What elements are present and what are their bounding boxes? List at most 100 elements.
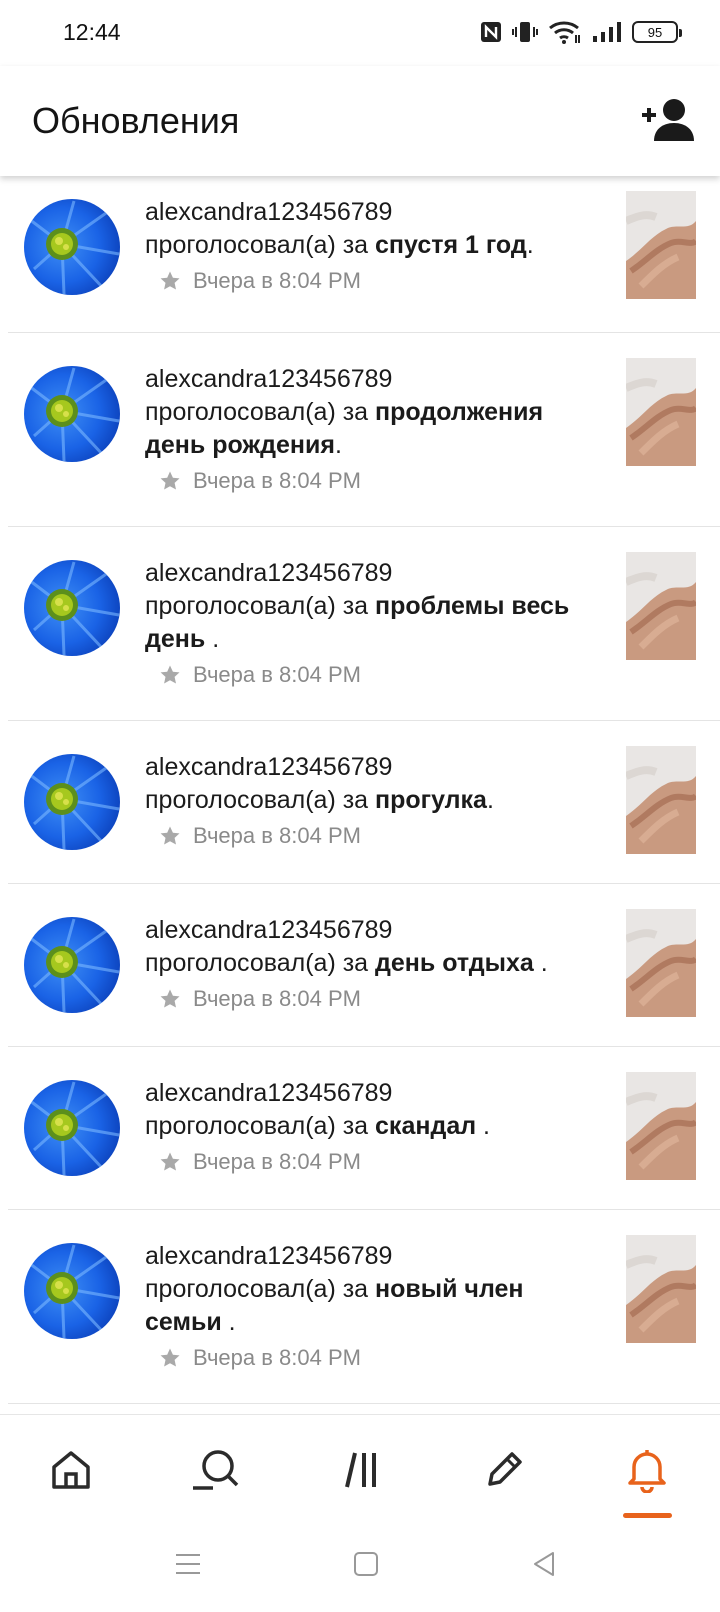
action-text: проголосовал(а) за спустя 1 год. [145, 229, 605, 262]
username[interactable]: alexcandra123456789 [145, 1077, 605, 1110]
feed-item-text: alexcandra123456789 проголосовал(а) за п… [145, 363, 605, 494]
status-time: 12:44 [63, 19, 121, 45]
star-icon [160, 271, 180, 290]
system-navigation-bar [0, 1524, 720, 1612]
star-icon [160, 989, 180, 1008]
user-avatar[interactable] [24, 917, 120, 1013]
action-suffix: . [533, 949, 548, 977]
action-suffix: . [205, 625, 220, 653]
status-bar: 12:44 95 [0, 0, 720, 66]
menu-icon [176, 1554, 200, 1574]
feed-item-text: alexcandra123456789 проголосовал(а) за с… [145, 1077, 605, 1175]
action-prefix: проголосовал(а) за [145, 786, 376, 814]
user-avatar[interactable] [24, 366, 120, 462]
feed-item[interactable]: alexcandra123456789 проголосовал(а) за с… [8, 176, 720, 333]
action-prefix: проголосовал(а) за [145, 1112, 376, 1140]
username[interactable]: alexcandra123456789 [145, 363, 605, 396]
timestamp: Вчера в 8:04 PM [193, 662, 361, 687]
action-text: проголосовал(а) за новый член семьи . [145, 1273, 605, 1339]
add-friend-button[interactable] [638, 94, 698, 146]
feed-item-text: alexcandra123456789 проголосовал(а) за д… [145, 914, 605, 1012]
nav-write-button[interactable] [469, 1435, 539, 1505]
star-icon [160, 826, 180, 845]
nav-search-button[interactable] [180, 1435, 250, 1505]
system-menu-button[interactable] [168, 1544, 208, 1584]
story-title[interactable]: скандал [375, 1112, 476, 1140]
item-meta: Вчера в 8:04 PM [159, 662, 605, 688]
action-suffix: . [221, 1308, 236, 1336]
item-meta: Вчера в 8:04 PM [159, 1149, 605, 1175]
feed-item[interactable]: alexcandra123456789 проголосовал(а) за п… [8, 333, 720, 527]
story-cover-thumbnail[interactable] [626, 191, 696, 299]
story-cover-thumbnail[interactable] [626, 909, 696, 1017]
bell-icon [628, 1450, 666, 1493]
feed-item-text: alexcandra123456789 проголосовал(а) за п… [145, 751, 605, 849]
timestamp: Вчера в 8:04 PM [193, 1149, 361, 1174]
feed-item[interactable]: alexcandra123456789 проголосовал(а) за н… [8, 1210, 720, 1404]
story-title[interactable]: прогулка [375, 786, 487, 814]
back-triangle-icon [534, 1552, 554, 1576]
add-person-icon [642, 99, 694, 141]
story-cover-thumbnail[interactable] [626, 552, 696, 660]
bottom-navigation [0, 1414, 720, 1524]
feed-item-text: alexcandra123456789 проголосовал(а) за п… [145, 557, 605, 688]
action-prefix: проголосовал(а) за [145, 1275, 376, 1303]
feed-item[interactable]: alexcandra123456789 проголосовал(а) за с… [8, 1047, 720, 1210]
action-prefix: проголосовал(а) за [145, 231, 376, 259]
story-title[interactable]: спустя 1 год [375, 231, 527, 259]
story-cover-thumbnail[interactable] [626, 358, 696, 466]
pencil-icon [488, 1452, 522, 1486]
action-suffix: . [334, 431, 342, 459]
username[interactable]: alexcandra123456789 [145, 914, 605, 947]
user-avatar[interactable] [24, 754, 120, 850]
timestamp: Вчера в 8:04 PM [193, 823, 361, 848]
action-text: проголосовал(а) за проблемы весь день . [145, 590, 605, 656]
home-icon [52, 1451, 90, 1489]
story-cover-thumbnail[interactable] [626, 1235, 696, 1343]
item-meta: Вчера в 8:04 PM [159, 268, 605, 294]
action-suffix: . [476, 1112, 491, 1140]
username[interactable]: alexcandra123456789 [145, 1240, 605, 1273]
timestamp: Вчера в 8:04 PM [193, 986, 361, 1011]
action-suffix: . [526, 231, 534, 259]
action-prefix: проголосовал(а) за [145, 592, 376, 620]
story-cover-thumbnail[interactable] [626, 746, 696, 854]
feed-item[interactable]: alexcandra123456789 проголосовал(а) за п… [8, 721, 720, 884]
nav-library-button[interactable] [326, 1435, 396, 1505]
timestamp: Вчера в 8:04 PM [193, 268, 361, 293]
user-avatar[interactable] [24, 1243, 120, 1339]
star-icon [160, 665, 180, 684]
timestamp: Вчера в 8:04 PM [193, 468, 361, 493]
system-back-button[interactable] [524, 1544, 564, 1584]
user-avatar[interactable] [24, 199, 120, 295]
username[interactable]: alexcandra123456789 [145, 751, 605, 784]
system-home-button[interactable] [346, 1544, 386, 1584]
story-title[interactable]: день отдыха [375, 949, 534, 977]
star-icon [160, 1152, 180, 1171]
app-header: Обновления [0, 66, 720, 176]
page-title: Обновления [32, 100, 240, 141]
feed-item-text: alexcandra123456789 проголосовал(а) за н… [145, 1240, 605, 1371]
nav-notifications-button[interactable] [612, 1435, 682, 1505]
item-meta: Вчера в 8:04 PM [159, 1345, 605, 1371]
star-icon [160, 1348, 180, 1367]
wifi-icon [549, 21, 580, 44]
item-meta: Вчера в 8:04 PM [159, 468, 605, 494]
signal-icon [593, 22, 621, 42]
username[interactable]: alexcandra123456789 [145, 196, 605, 229]
battery-indicator: 95 [632, 21, 682, 43]
action-prefix: проголосовал(а) за [145, 949, 376, 977]
feed-item-text: alexcandra123456789 проголосовал(а) за с… [145, 196, 605, 294]
user-avatar[interactable] [24, 1080, 120, 1176]
nfc-icon [481, 22, 501, 42]
story-cover-thumbnail[interactable] [626, 1072, 696, 1180]
user-avatar[interactable] [24, 560, 120, 656]
library-icon [345, 1452, 376, 1488]
username[interactable]: alexcandra123456789 [145, 557, 605, 590]
updates-feed[interactable]: alexcandra123456789 проголосовал(а) за с… [0, 176, 720, 1414]
feed-item[interactable]: alexcandra123456789 проголосовал(а) за п… [8, 527, 720, 721]
battery-level: 95 [647, 24, 663, 40]
nav-home-button[interactable] [36, 1435, 106, 1505]
feed-item[interactable]: alexcandra123456789 проголосовал(а) за д… [8, 884, 720, 1047]
search-icon [193, 1450, 239, 1490]
